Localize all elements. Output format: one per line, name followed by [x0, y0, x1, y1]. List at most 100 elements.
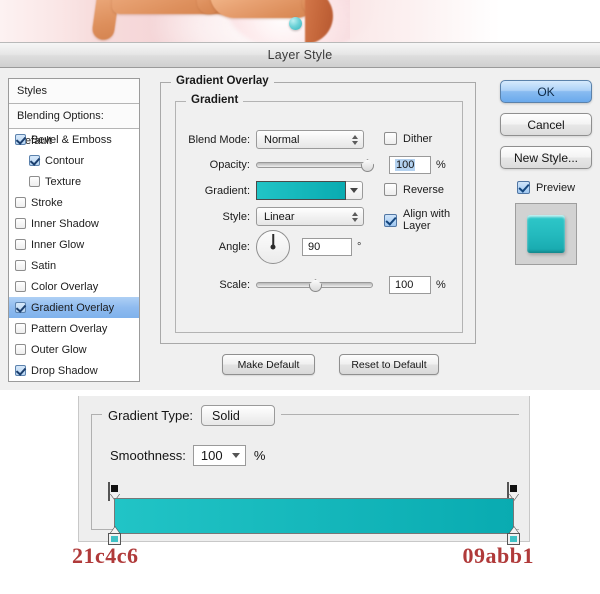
scale-slider[interactable] [256, 279, 373, 292]
hex-label-start: 21c4c6 [72, 543, 139, 568]
effect-row-contour[interactable]: Contour [9, 150, 139, 171]
gradient-type-label: Gradient Type: [108, 408, 194, 423]
effect-row-texture[interactable]: Texture [9, 171, 139, 192]
checkbox-dither[interactable] [384, 132, 397, 145]
align-with-layer-row[interactable]: Align with Layer [384, 208, 462, 232]
opacity-slider[interactable] [256, 159, 374, 172]
gradient-editor-panel: Gradient Type: Solid Smoothness: 100 % [78, 396, 530, 545]
scale-input[interactable]: 100 [389, 276, 431, 294]
effect-label: Inner Glow [31, 238, 85, 251]
scale-unit: % [436, 279, 446, 291]
artwork-teal-bead [289, 17, 302, 30]
style-select[interactable]: Linear [256, 207, 364, 226]
gradient-label: Gradient: [204, 184, 250, 197]
effect-row-drop-shadow[interactable]: Drop Shadow [9, 360, 139, 381]
preview-swatch [527, 215, 565, 253]
checkbox-drop-shadow[interactable] [15, 365, 26, 376]
effect-label: Drop Shadow [31, 364, 98, 377]
angle-value: 90 [308, 241, 321, 253]
gradient-row: Gradient: [172, 181, 363, 200]
styles-header[interactable]: Styles [9, 79, 139, 104]
gradient-overlay-group-title: Gradient Overlay [171, 75, 274, 87]
hex-label-end: 09abb1 [462, 543, 534, 568]
gradient-preview-strip[interactable] [114, 498, 514, 534]
dither-row[interactable]: Dither [384, 132, 432, 145]
dialog-actions: OK Cancel New Style... Preview [499, 80, 593, 265]
opacity-value: 100 [395, 159, 416, 171]
checkbox-pattern-overlay[interactable] [15, 323, 26, 334]
checkbox-reverse[interactable] [384, 183, 397, 196]
effect-row-inner-glow[interactable]: Inner Glow [9, 234, 139, 255]
checkbox-stroke[interactable] [15, 197, 26, 208]
gradient-type-legend: Gradient Type: Solid [102, 405, 282, 426]
ok-button[interactable]: OK [500, 80, 592, 103]
checkbox-texture[interactable] [29, 176, 40, 187]
angle-dial[interactable] [256, 230, 290, 264]
reverse-row[interactable]: Reverse [384, 183, 444, 196]
scale-row: Scale: 100 % [172, 276, 446, 294]
smoothness-input[interactable]: 100 [192, 445, 246, 466]
angle-unit: ° [357, 241, 362, 253]
smoothness-row: Smoothness: 100 % [110, 445, 265, 466]
gradient-type-select[interactable]: Solid [201, 405, 276, 426]
window-titlebar: Layer Style [0, 42, 600, 68]
hex-annotations: 21c4c6 09abb1 [0, 543, 600, 579]
opacity-unit: % [436, 159, 446, 171]
effect-row-pattern-overlay[interactable]: Pattern Overlay [9, 318, 139, 339]
new-style-button[interactable]: New Style... [500, 146, 592, 169]
checkbox-inner-glow[interactable] [15, 239, 26, 250]
effect-row-inner-shadow[interactable]: Inner Shadow [9, 213, 139, 234]
gradient-preview-swatch[interactable] [256, 181, 346, 200]
effect-label: Gradient Overlay [31, 301, 115, 314]
effect-row-stroke[interactable]: Stroke [9, 192, 139, 213]
blend-mode-select[interactable]: Normal [256, 130, 364, 149]
color-stop-swatch [111, 536, 118, 542]
effect-row-outer-glow[interactable]: Outer Glow [9, 339, 139, 360]
layer-style-dialog: Styles Blending Options: Default Bevel &… [0, 68, 600, 390]
checkbox-color-overlay[interactable] [15, 281, 26, 292]
chevron-down-icon[interactable] [231, 453, 240, 458]
checkbox-contour[interactable] [29, 155, 40, 166]
reset-to-default-button[interactable]: Reset to Default [339, 354, 439, 375]
angle-input[interactable]: 90 [302, 238, 352, 256]
style-value: Linear [264, 210, 295, 223]
angle-row: Angle: 90 ° [172, 230, 361, 264]
reverse-label: Reverse [403, 183, 444, 196]
effect-label: Stroke [31, 196, 63, 209]
effect-row-bevel-emboss[interactable]: Bevel & Emboss [9, 129, 139, 150]
opacity-slider-thumb[interactable] [361, 159, 374, 172]
gradient-picker-dropdown[interactable] [346, 181, 363, 200]
scale-value: 100 [395, 279, 414, 291]
checkbox-preview[interactable] [516, 181, 530, 194]
make-default-button[interactable]: Make Default [222, 354, 315, 375]
effect-row-satin[interactable]: Satin [9, 255, 139, 276]
opacity-input[interactable]: 100 [389, 156, 431, 174]
effect-label: Texture [45, 175, 82, 188]
effects-list: Bevel & Emboss Contour Texture Stroke In… [9, 129, 139, 381]
effect-label: Inner Shadow [31, 217, 99, 230]
stepper-arrows-icon [352, 211, 358, 222]
opacity-stop-swatch [510, 485, 517, 492]
preview-label: Preview [535, 181, 576, 194]
effect-row-gradient-overlay[interactable]: Gradient Overlay [9, 297, 139, 318]
scale-slider-thumb[interactable] [309, 279, 322, 292]
gradient-overlay-group: Gradient Overlay Gradient Blend Mode: No… [160, 75, 476, 344]
checkbox-outer-glow[interactable] [15, 344, 26, 355]
blending-options-row[interactable]: Blending Options: Default [9, 104, 139, 147]
preview-row[interactable]: Preview [516, 181, 576, 194]
opacity-stop-swatch [111, 485, 118, 492]
effect-row-color-overlay[interactable]: Color Overlay [9, 276, 139, 297]
preview-thumbnail [515, 203, 577, 265]
checkbox-gradient-overlay[interactable] [15, 302, 26, 313]
smoothness-value: 100 [200, 448, 223, 463]
checkbox-satin[interactable] [15, 260, 26, 271]
checkbox-inner-shadow[interactable] [15, 218, 26, 229]
effect-label: Contour [45, 154, 85, 167]
stepper-arrows-icon [352, 134, 358, 145]
cancel-button[interactable]: Cancel [500, 113, 592, 136]
checkbox-align-with-layer[interactable] [384, 213, 397, 227]
scale-label: Scale: [219, 279, 250, 291]
effect-label: Color Overlay [31, 280, 99, 293]
blend-mode-row: Blend Mode: Normal [172, 130, 364, 149]
checkbox-bevel-emboss[interactable] [15, 134, 26, 145]
